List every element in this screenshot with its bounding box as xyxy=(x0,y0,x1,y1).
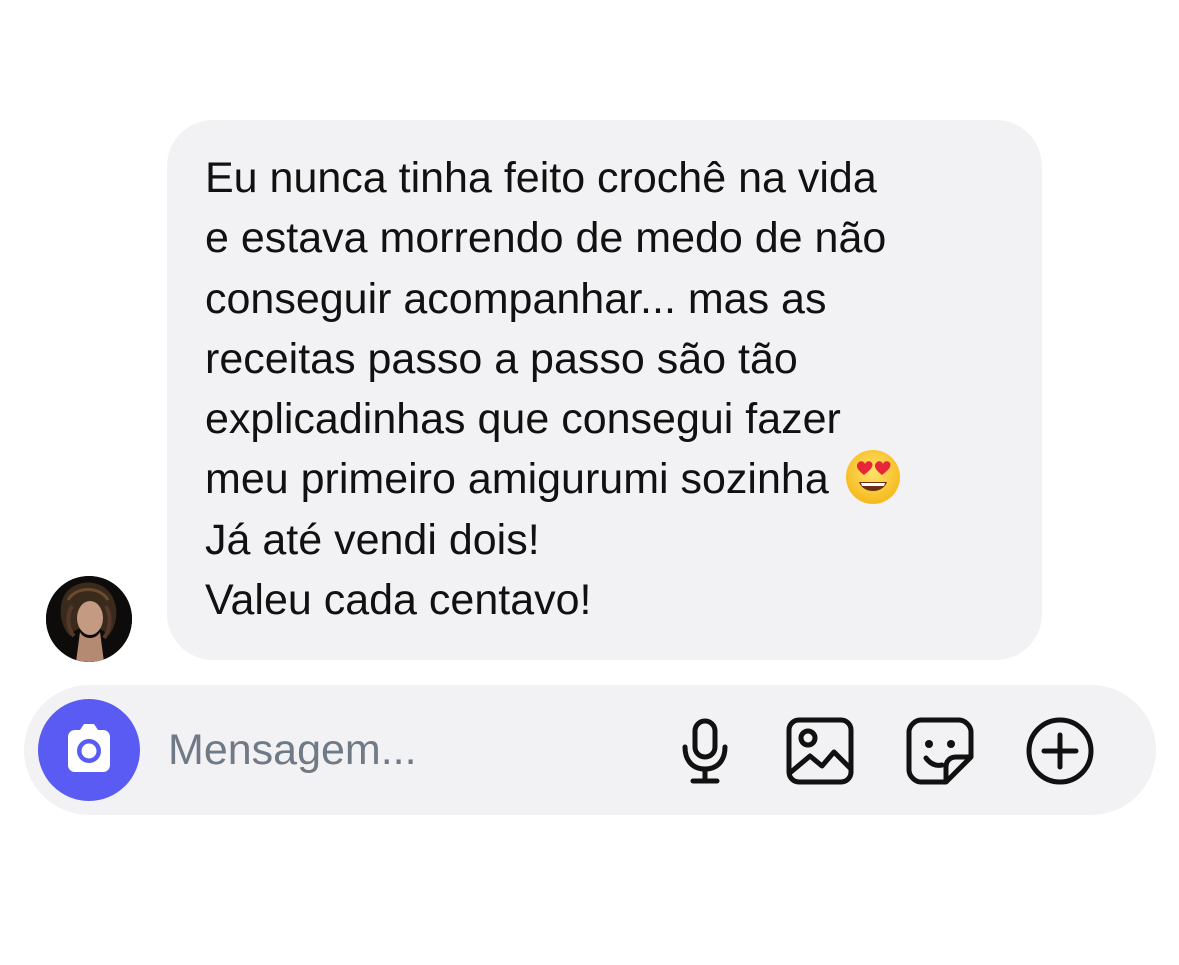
sticker-icon xyxy=(906,717,974,785)
avatar-photo xyxy=(46,576,132,662)
message-line-text: meu primeiro amigurumi sozinha xyxy=(205,455,829,504)
message-line-with-emoji: meu primeiro amigurumi sozinha xyxy=(205,449,1022,509)
gallery-button[interactable] xyxy=(784,715,856,787)
message-line: receitas passo a passo são tão xyxy=(205,334,798,383)
message-line: Valeu cada centavo! xyxy=(205,576,592,625)
message-composer xyxy=(24,685,1156,815)
sender-avatar[interactable] xyxy=(46,576,132,662)
received-message-bubble[interactable]: Eu nunca tinha feito crochê na vida e es… xyxy=(167,120,1042,660)
more-options-button[interactable] xyxy=(1024,715,1096,787)
message-input[interactable] xyxy=(168,721,638,779)
microphone-icon xyxy=(682,718,728,784)
message-line: explicadinhas que consegui fazer xyxy=(205,395,841,444)
image-gallery-icon xyxy=(786,717,854,785)
microphone-button[interactable] xyxy=(669,715,741,787)
sticker-button[interactable] xyxy=(904,715,976,787)
message-line: e estava morrendo de medo de não xyxy=(205,214,887,263)
message-line: Já até vendi dois! xyxy=(205,515,540,564)
heart-eyes-emoji-icon xyxy=(845,449,901,505)
camera-button[interactable] xyxy=(38,699,140,801)
message-line: Eu nunca tinha feito crochê na vida xyxy=(205,154,877,202)
message-line: conseguir acompanhar... mas as xyxy=(205,274,827,323)
camera-icon xyxy=(68,724,110,772)
plus-circle-icon xyxy=(1026,717,1094,785)
